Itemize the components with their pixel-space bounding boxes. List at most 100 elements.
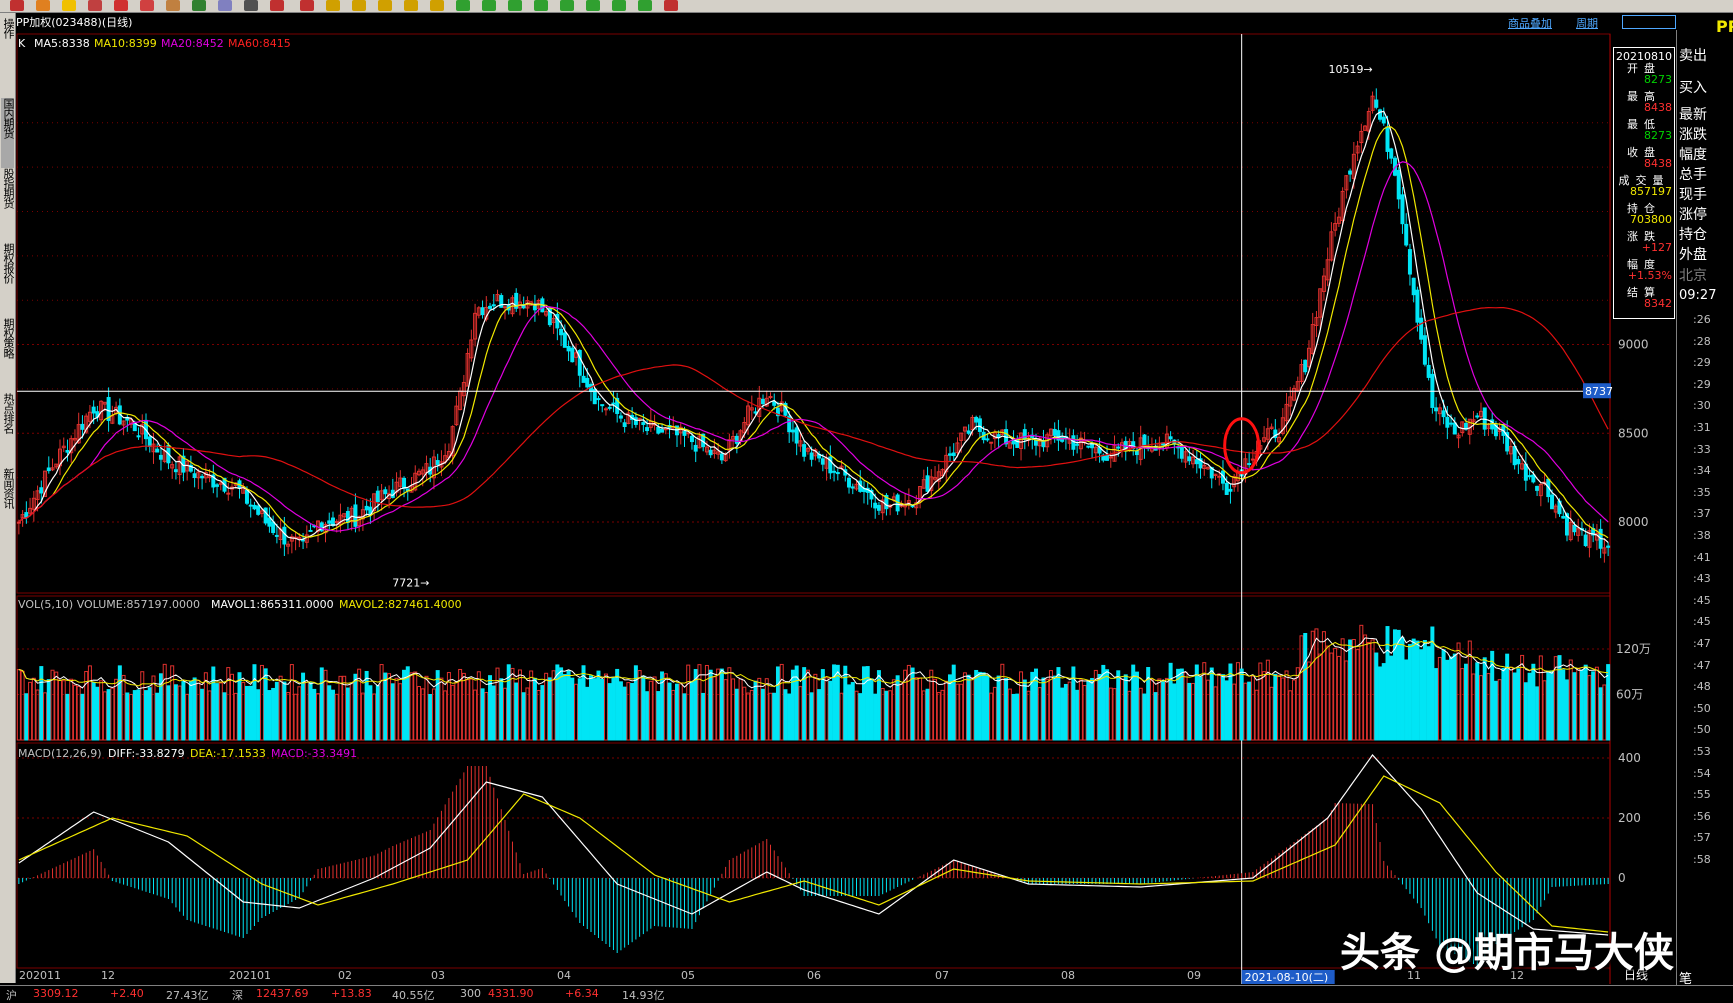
volume-bar-343	[1299, 635, 1304, 741]
zoom-icon[interactable]	[1622, 15, 1676, 29]
volume-bar-233	[888, 690, 893, 741]
status-item-9: 4331.90	[488, 987, 534, 1000]
volume-bar-415	[1568, 659, 1573, 741]
volume-bar-212	[809, 692, 814, 741]
right-quote-panel: 卖出 买入 最新 涨跌 幅度 总手 现手 涨停 持仓 外盘 北京 09:27:26:28:29:29:…	[1676, 30, 1733, 987]
volume-bar-371	[1404, 659, 1409, 741]
volume-bar-42	[173, 684, 178, 741]
volume-bar-256	[974, 669, 979, 741]
status-item-10: +6.34	[565, 987, 599, 1000]
volume-bar-36	[151, 675, 156, 741]
volume-bar-245	[933, 678, 938, 741]
volume-bar-353	[1336, 655, 1341, 741]
x-label-7: 06	[807, 969, 821, 982]
volume-bar-116	[450, 684, 455, 741]
volume-bar-379	[1434, 668, 1439, 741]
candle-body-308	[1168, 436, 1173, 440]
volume-bar-423	[1598, 687, 1603, 741]
volume-bar-65	[259, 664, 264, 741]
tick-time-16: :47	[1693, 658, 1711, 672]
volume-bar-273	[1037, 687, 1042, 741]
volume-tick-1: 120万	[1616, 642, 1651, 656]
candle-body-382	[1445, 416, 1450, 428]
quote-item-3: 总手	[1679, 167, 1707, 183]
volume-bar-393	[1486, 673, 1491, 741]
candle-body-367	[1389, 148, 1394, 159]
volume-bar-22	[99, 680, 104, 741]
volume-bar-214	[817, 689, 822, 741]
candle-body-161	[618, 415, 623, 419]
candle-body-374	[1415, 289, 1420, 323]
volume-bar-222	[847, 684, 852, 741]
volume-bar-372	[1407, 644, 1412, 741]
period-link[interactable]: 周期	[1576, 15, 1598, 31]
volume-bar-320	[1213, 686, 1218, 741]
candle-body-90	[353, 504, 358, 527]
volume-bar-95	[372, 693, 377, 741]
volume-bar-229	[873, 693, 878, 741]
info-value-1: 8438	[1644, 101, 1672, 114]
volume-bar-364	[1378, 666, 1383, 741]
volume-bar-80	[316, 693, 321, 741]
volume-bar-224	[854, 690, 859, 741]
volume-bar-201	[768, 692, 773, 741]
volume-bar-194	[742, 686, 747, 741]
candle-body-375	[1419, 317, 1424, 340]
candle-body-181	[693, 444, 698, 452]
candle-body-145	[559, 328, 564, 336]
volume-bar-74	[293, 693, 298, 741]
x-label-4: 03	[431, 969, 445, 982]
macd-tick-0: 0	[1618, 871, 1626, 885]
volume-bar-414	[1565, 679, 1569, 741]
candle-body-223	[850, 486, 855, 489]
volume-bar-362	[1370, 639, 1375, 741]
buy-button[interactable]: 买入	[1679, 77, 1707, 97]
volume-bar-91	[357, 668, 362, 741]
volume-bar-410	[1550, 670, 1555, 741]
tick-time-20: :53	[1693, 745, 1711, 758]
candle-body-185	[708, 449, 713, 456]
volume-bar-319	[1209, 667, 1214, 741]
volume-bar-382	[1445, 659, 1450, 741]
volume-bar-69	[274, 681, 279, 741]
volume-bar-405	[1531, 663, 1536, 741]
chart-canvas[interactable]: 8000850090007721→10519→873760万120万020040…	[0, 0, 1733, 1000]
volume-bar-351	[1329, 652, 1334, 741]
volume-bar-352	[1333, 647, 1338, 741]
volume-bar-377	[1426, 646, 1431, 741]
candle-body-390	[1475, 415, 1480, 418]
tick-time-23: :56	[1693, 809, 1711, 823]
volume-bar-418	[1579, 669, 1584, 741]
ma5-label: MA5:8338	[34, 37, 90, 50]
volume-bar-204	[779, 663, 784, 741]
sell-button[interactable]: 卖出	[1679, 45, 1707, 65]
candle-body-88	[345, 510, 350, 523]
volume-bar-203	[775, 666, 780, 741]
volume-bar-21	[95, 686, 100, 741]
volume-bar-376	[1422, 640, 1427, 741]
volume-bar-155	[596, 670, 601, 741]
volume-bar-331	[1254, 689, 1259, 741]
volume-bar-19	[87, 665, 92, 741]
volume-bar-354	[1340, 638, 1345, 741]
volume-bar-386	[1460, 668, 1465, 741]
candle-body-406	[1535, 485, 1540, 491]
candle-body-403	[1523, 463, 1528, 481]
volume-bar-220	[839, 692, 844, 741]
overlay-link[interactable]: 商品叠加	[1508, 15, 1552, 31]
volume-bar-266	[1011, 693, 1016, 741]
mavol1-label: MAVOL1:865311.0000	[211, 598, 334, 611]
volume-bar-339	[1284, 670, 1289, 741]
volume-bar-272	[1034, 668, 1038, 741]
volume-bar-292	[1108, 687, 1113, 741]
volume-bar-148	[570, 677, 575, 741]
volume-bar-303	[1149, 678, 1154, 741]
volume-bar-252	[959, 683, 964, 741]
candle-body-215	[820, 458, 825, 465]
volume-bar-49	[200, 688, 205, 741]
volume-bar-424	[1602, 684, 1607, 741]
candle-body-84	[330, 517, 335, 526]
volume-bar-399	[1508, 666, 1513, 741]
x-label-2: 202101	[229, 969, 271, 982]
info-value-6: +127	[1641, 241, 1672, 254]
